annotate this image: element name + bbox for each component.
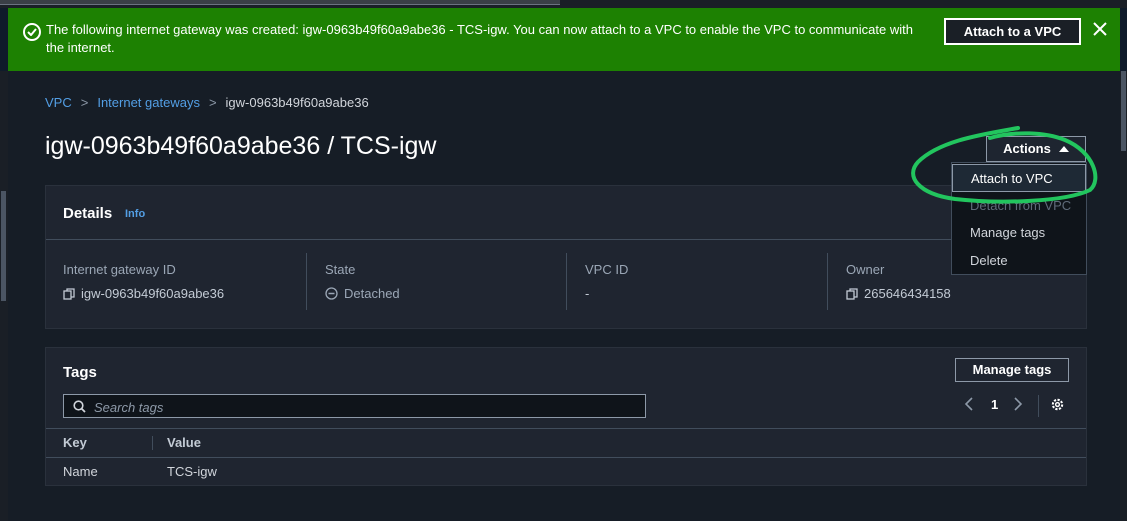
menu-item-detach-from-vpc: Detach from VPC — [970, 198, 1072, 213]
scrollbar-thumb[interactable] — [1, 191, 6, 301]
column-divider — [827, 253, 828, 310]
search-tags-field[interactable] — [63, 394, 646, 419]
attach-to-vpc-button[interactable]: Attach to a VPC — [944, 18, 1081, 45]
column-divider — [306, 253, 307, 310]
search-tags-input[interactable] — [92, 395, 636, 419]
chevron-right-icon: > — [208, 95, 217, 110]
pagination-divider — [1038, 395, 1039, 417]
breadcrumb-internet-gateways[interactable]: Internet gateways — [97, 95, 200, 110]
flashbar-message: The following internet gateway was creat… — [46, 22, 913, 55]
success-flashbar: The following internet gateway was creat… — [8, 8, 1120, 71]
field-value: igw-0963b49f60a9abe36 — [81, 286, 225, 301]
chevron-right-icon[interactable] — [1013, 397, 1023, 414]
browser-top-strip — [0, 0, 1127, 8]
check-circle-icon — [23, 23, 41, 41]
caret-up-icon — [1058, 146, 1069, 152]
tags-heading: Tags — [63, 364, 97, 381]
table-row: Name TCS-igw — [46, 457, 1086, 485]
column-divider — [152, 436, 153, 450]
menu-item-attach-to-vpc[interactable]: Attach to VPC — [952, 164, 1086, 192]
details-heading: Details — [63, 205, 113, 222]
copy-icon[interactable] — [63, 288, 75, 303]
details-panel: Details Info Internet gateway ID igw-096… — [45, 185, 1087, 329]
field-label: Owner — [846, 262, 885, 277]
close-icon[interactable] — [1092, 21, 1108, 37]
manage-tags-button[interactable]: Manage tags — [955, 358, 1069, 382]
address-bar-fragment — [0, 0, 560, 5]
minus-circle-icon — [325, 287, 338, 303]
field-owner: Owner 265646434158 — [846, 262, 951, 303]
page-title: igw-0963b49f60a9abe36 / TCS-igw — [45, 132, 437, 160]
breadcrumb-current: igw-0963b49f60a9abe36 — [225, 95, 369, 110]
search-icon — [73, 400, 86, 413]
column-header-value[interactable]: Value — [167, 435, 201, 450]
column-divider — [566, 253, 567, 310]
actions-dropdown-button[interactable]: Actions — [986, 136, 1086, 162]
menu-item-manage-tags[interactable]: Manage tags — [952, 219, 1086, 247]
field-label: VPC ID — [585, 262, 629, 277]
scrollbar-thumb[interactable] — [1121, 71, 1126, 151]
column-header-key[interactable]: Key — [63, 435, 87, 450]
field-value: 265646434158 — [864, 286, 951, 301]
actions-dropdown-menu: Attach to VPC Detach from VPC Manage tag… — [951, 162, 1087, 275]
left-scrollbar[interactable] — [0, 71, 8, 521]
field-vpc-id: VPC ID - — [585, 262, 628, 301]
field-internet-gateway-id: Internet gateway ID igw-0963b49f60a9abe3… — [63, 262, 224, 303]
field-value: Detached — [344, 286, 400, 301]
copy-icon[interactable] — [846, 288, 858, 303]
tag-key-cell: Name — [63, 464, 98, 479]
breadcrumb-vpc[interactable]: VPC — [45, 95, 72, 110]
field-label: Internet gateway ID — [63, 262, 176, 277]
field-value: - — [585, 286, 590, 301]
right-scrollbar[interactable] — [1120, 71, 1127, 521]
field-state: State Detached — [325, 262, 400, 303]
chevron-left-icon[interactable] — [964, 397, 974, 414]
tags-panel: Tags Manage tags 1 Key Value Name TCS-ig… — [45, 347, 1087, 486]
info-link[interactable]: Info — [125, 208, 145, 220]
tags-table-header: Key Value — [46, 428, 1086, 458]
page-number[interactable]: 1 — [991, 397, 998, 412]
details-header: Details Info — [46, 186, 1086, 240]
field-label: State — [325, 262, 356, 277]
menu-item-delete[interactable]: Delete — [952, 247, 1086, 275]
chevron-right-icon: > — [80, 95, 89, 110]
breadcrumb: VPC > Internet gateways > igw-0963b49f60a9ab… — [45, 95, 369, 110]
actions-label: Actions — [1003, 141, 1051, 156]
gear-icon[interactable] — [1050, 397, 1065, 415]
tag-value-cell: TCS-igw — [167, 464, 217, 479]
